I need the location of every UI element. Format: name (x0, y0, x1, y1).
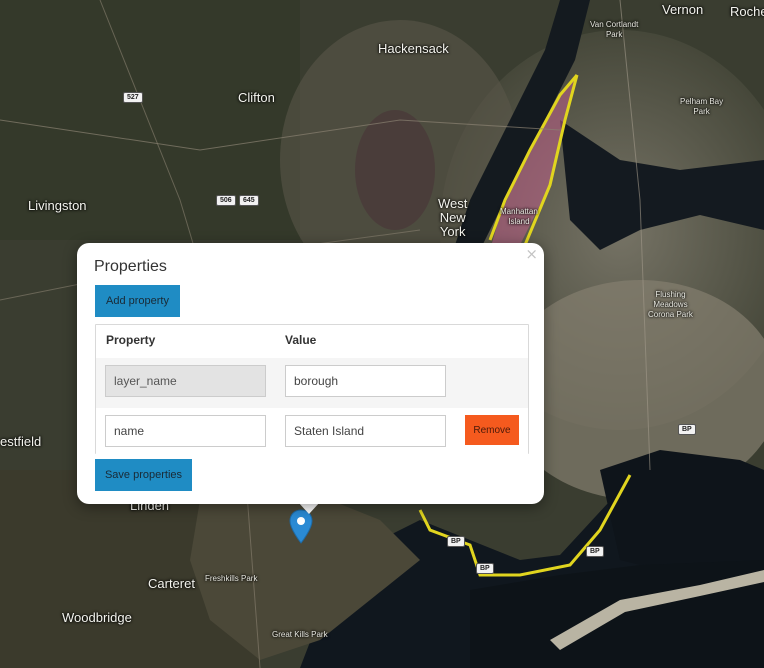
properties-table: Property Value layer_name borough name S… (95, 324, 529, 458)
route-shield-bp: BP (586, 546, 604, 557)
place-label-roche: Roche (730, 4, 764, 19)
meadowlands (355, 110, 435, 230)
route-shield-bp: BP (476, 563, 494, 574)
place-label-freshkills-park: Freshkills Park (205, 574, 258, 583)
place-label-great-kills-park: Great Kills Park (272, 630, 328, 639)
close-icon[interactable]: × (525, 246, 538, 262)
map-pin-icon[interactable] (288, 509, 314, 545)
property-value-field[interactable]: borough (285, 365, 446, 397)
place-label-vernon: Vernon (662, 2, 704, 17)
place-label-van-cortlandt-park: Van Cortlandt Park (590, 20, 639, 39)
table-row: name Staten Island Remove (96, 408, 528, 458)
property-key-field[interactable]: name (105, 415, 266, 447)
property-key-field: layer_name (105, 365, 266, 397)
place-label-clifton: Clifton (238, 90, 275, 105)
route-shield-645: 645 (239, 195, 259, 206)
properties-popup: × Properties Add property Property Value… (77, 243, 544, 504)
place-label-pelham-bay-park: Pelham Bay Park (680, 97, 724, 116)
place-label-carteret: Carteret (148, 576, 195, 591)
route-shield-527: 527 (123, 92, 143, 103)
place-label-manhattan-island: Manhattan Island (500, 207, 538, 226)
route-shield-bp: BP (678, 424, 696, 435)
route-shield-bp: BP (447, 536, 465, 547)
jamaica-bay (600, 450, 764, 580)
place-label-flushing-meadows: Flushing Meadows Corona Park (648, 290, 693, 319)
remove-button[interactable]: Remove (465, 415, 519, 445)
column-header-value: Value (285, 333, 317, 347)
table-row: layer_name borough (96, 358, 528, 408)
route-shield-506: 506 (216, 195, 236, 206)
popup-title: Properties (94, 258, 167, 275)
place-label-woodbridge: Woodbridge (62, 610, 132, 625)
save-properties-button[interactable]: Save properties (95, 459, 192, 491)
place-label-west-new-york: West New York (438, 196, 468, 239)
property-value-field[interactable]: Staten Island (285, 415, 446, 447)
place-label-livingston: Livingston (28, 198, 87, 213)
place-label-westfield: estfield (0, 434, 42, 449)
add-property-button[interactable]: Add property (95, 285, 180, 317)
place-label-hackensack: Hackensack (378, 41, 449, 56)
column-header-property: Property (106, 333, 156, 347)
